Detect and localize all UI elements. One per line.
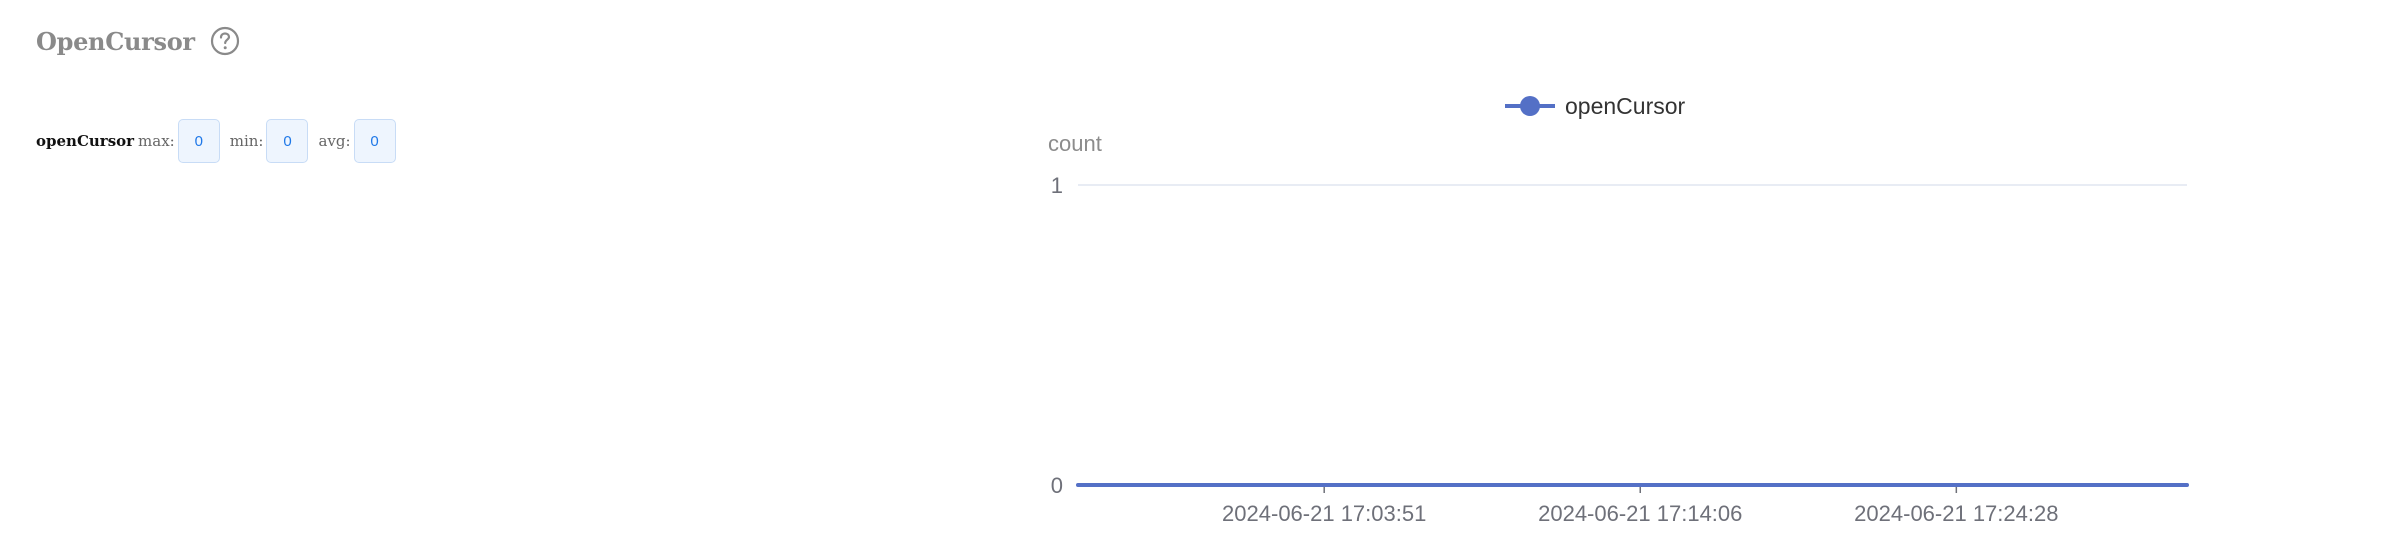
legend-marker <box>1520 96 1540 116</box>
y-tick-label: 1 <box>1051 173 1063 198</box>
x-tick-label: 2024-06-21 17:14:06 <box>1538 501 1742 526</box>
x-tick-label: 2024-06-21 17:03:51 <box>1222 501 1426 526</box>
y-tick-label: 0 <box>1051 473 1063 498</box>
legend-label: openCursor <box>1565 93 1686 119</box>
line-chart: 0 1 count 2024-06-21 17:03:51 2024-06-21 17:… <box>1048 93 2189 526</box>
y-axis-label: count <box>1048 131 1102 156</box>
x-tick-label: 2024-06-21 17:24:28 <box>1854 501 2058 526</box>
